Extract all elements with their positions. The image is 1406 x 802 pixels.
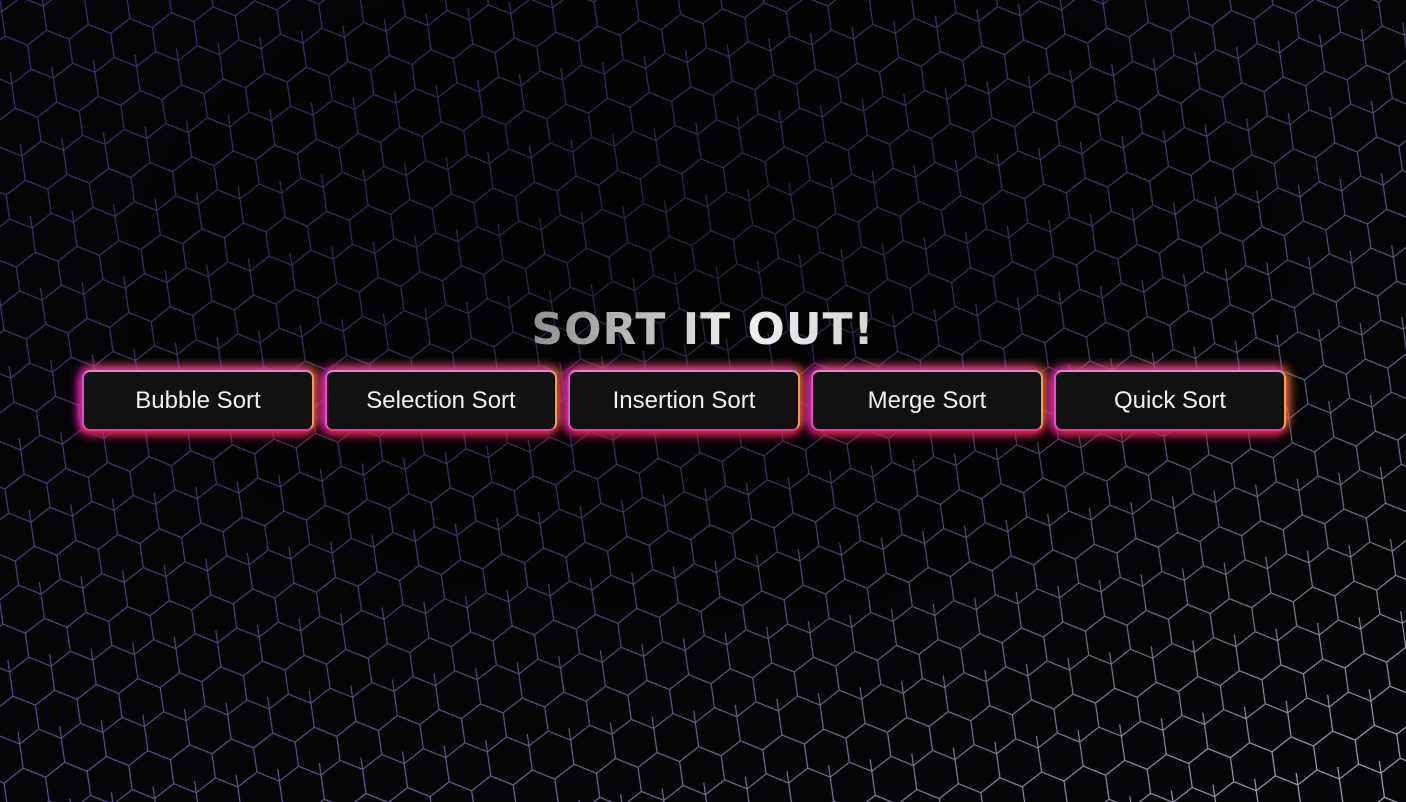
bubble-sort-button[interactable]: Bubble Sort (82, 370, 314, 431)
page-title: SORT IT OUT! (531, 302, 874, 358)
sort-algorithm-buttons: Bubble Sort Selection Sort Insertion Sor… (82, 370, 1286, 431)
quick-sort-button[interactable]: Quick Sort (1054, 370, 1286, 431)
selection-sort-button[interactable]: Selection Sort (325, 370, 557, 431)
insertion-sort-button[interactable]: Insertion Sort (568, 370, 800, 431)
merge-sort-button[interactable]: Merge Sort (811, 370, 1043, 431)
